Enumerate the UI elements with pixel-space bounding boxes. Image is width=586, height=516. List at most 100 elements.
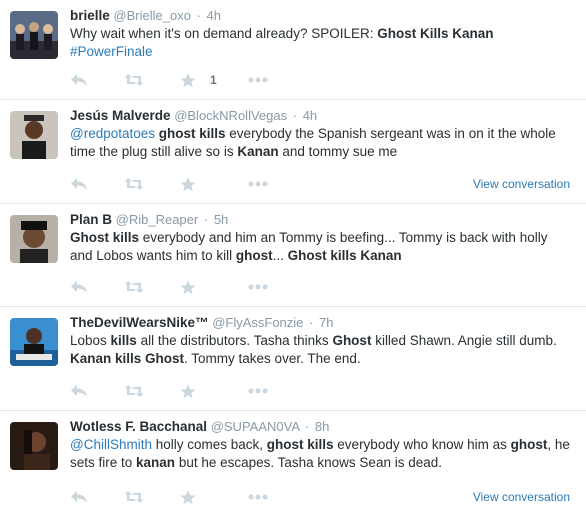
avatar[interactable]	[10, 111, 58, 159]
tweet-actions: 1	[70, 72, 570, 88]
tweet[interactable]: TheDevilWearsNike™ @FlyAssFonzie · 7h Lo…	[0, 307, 586, 411]
more-dots-icon	[248, 388, 268, 394]
retweet-button[interactable]	[124, 72, 144, 88]
fullname[interactable]: Jesús Malverde	[70, 108, 171, 123]
more-dots-icon	[248, 77, 268, 83]
text-segment: killed Shawn. Angie still dumb.	[371, 333, 557, 348]
view-conversation-link[interactable]: View conversation	[473, 489, 570, 505]
more-dots-icon	[248, 181, 268, 187]
highlight: Ghost	[332, 333, 372, 348]
fullname[interactable]: TheDevilWearsNike™	[70, 315, 209, 330]
timestamp[interactable]: 5h	[214, 212, 228, 227]
reply-button[interactable]	[70, 383, 88, 399]
text-segment: and tommy sue me	[278, 144, 398, 159]
username[interactable]: @BlockNRollVegas	[174, 108, 287, 123]
reply-button[interactable]	[70, 176, 88, 192]
highlight: ghost kills	[158, 126, 226, 141]
tweet-header: brielle @Brielle_oxo · 4h	[70, 7, 576, 24]
avatar[interactable]	[10, 422, 58, 470]
star-icon	[180, 73, 196, 87]
fullname[interactable]: Wotless F. Bacchanal	[70, 419, 207, 434]
favorite-button[interactable]	[180, 489, 196, 505]
favorite-button[interactable]	[180, 279, 196, 295]
reply-button[interactable]	[70, 489, 88, 505]
tweet[interactable]: Wotless F. Bacchanal @SUPAAN0VA · 8h @Ch…	[0, 411, 586, 516]
retweet-button[interactable]	[124, 489, 144, 505]
separator-dot: ·	[196, 8, 201, 23]
tweet-actions: View conversation	[70, 489, 570, 505]
tweet-text: Why wait when it's on demand already? SP…	[70, 25, 570, 61]
retweet-button[interactable]	[124, 176, 144, 192]
tweet-text: Lobos kills all the distributors. Tasha …	[70, 332, 570, 368]
highlight: Kanan kills Ghost	[70, 351, 185, 366]
reply-icon	[71, 74, 87, 86]
view-conversation-link[interactable]: View conversation	[473, 176, 570, 192]
highlight: Ghost kills	[70, 230, 140, 245]
tweet[interactable]: brielle @Brielle_oxo · 4h Why wait when …	[0, 0, 586, 100]
timestamp[interactable]: 8h	[315, 419, 329, 434]
reply-button[interactable]	[70, 72, 88, 88]
more-dots-icon	[248, 494, 268, 500]
favorite-count: 1	[210, 73, 217, 87]
tweet-actions	[70, 279, 570, 295]
avatar[interactable]	[10, 215, 58, 263]
timestamp[interactable]: 7h	[319, 315, 333, 330]
avatar[interactable]	[10, 318, 58, 366]
highlight: ghost	[235, 248, 273, 263]
separator-dot: ·	[309, 315, 314, 330]
tweet[interactable]: Jesús Malverde @BlockNRollVegas · 4h @re…	[0, 100, 586, 204]
text-segment: Why wait when it's on demand already? SP…	[70, 26, 378, 41]
username[interactable]: @SUPAAN0VA	[211, 419, 300, 434]
retweet-button[interactable]	[124, 279, 144, 295]
star-icon	[180, 280, 196, 294]
highlight: kills	[110, 333, 137, 348]
star-icon	[180, 384, 196, 398]
tweet-header: Wotless F. Bacchanal @SUPAAN0VA · 8h	[70, 418, 576, 435]
mention-link[interactable]: @ChillShmith	[70, 437, 152, 452]
mention-link[interactable]: @redpotatoes	[70, 126, 155, 141]
tweet-text: @ChillShmith holly comes back, ghost kil…	[70, 436, 570, 472]
username[interactable]: @FlyAssFonzie	[212, 315, 303, 330]
star-icon	[180, 177, 196, 191]
retweet-icon	[124, 178, 144, 190]
more-button[interactable]	[248, 383, 268, 399]
hashtag-link[interactable]: #PowerFinale	[70, 44, 153, 59]
separator-dot: ·	[304, 419, 310, 434]
highlight: Ghost Kills Kanan	[377, 26, 494, 41]
avatar[interactable]	[10, 11, 58, 59]
timestamp[interactable]: 4h	[207, 8, 221, 23]
highlight: ghost	[510, 437, 548, 452]
username[interactable]: @Rib_Reaper	[116, 212, 199, 227]
retweet-button[interactable]	[124, 383, 144, 399]
separator-dot: ·	[203, 212, 209, 227]
reply-button[interactable]	[70, 279, 88, 295]
retweet-icon	[124, 491, 144, 503]
tweet-header: Jesús Malverde @BlockNRollVegas · 4h	[70, 107, 576, 124]
more-dots-icon	[248, 284, 268, 290]
reply-icon	[71, 385, 87, 397]
more-button[interactable]	[248, 489, 268, 505]
tweet-text: Ghost kills everybody and him an Tommy i…	[70, 229, 570, 265]
more-button[interactable]	[248, 72, 268, 88]
username[interactable]: @Brielle_oxo	[113, 8, 191, 23]
favorite-button[interactable]: 1	[180, 72, 217, 88]
more-button[interactable]	[248, 279, 268, 295]
timestamp[interactable]: 4h	[303, 108, 317, 123]
more-button[interactable]	[248, 176, 268, 192]
reply-icon	[71, 281, 87, 293]
text-segment: holly comes back,	[151, 437, 267, 452]
fullname[interactable]: brielle	[70, 8, 110, 23]
text-segment: ...	[272, 248, 288, 263]
highlight: kanan	[136, 455, 176, 470]
fullname[interactable]: Plan B	[70, 212, 112, 227]
favorite-button[interactable]	[180, 383, 196, 399]
text-segment: all the distributors. Tasha thinks	[136, 333, 333, 348]
star-icon	[180, 490, 196, 504]
text-segment: . Tommy takes over. The end.	[184, 351, 361, 366]
tweet-text: @redpotatoes ghost kills everybody the S…	[70, 125, 570, 161]
favorite-button[interactable]	[180, 176, 196, 192]
tweet[interactable]: Plan B @Rib_Reaper · 5h Ghost kills ever…	[0, 204, 586, 307]
tweet-header: TheDevilWearsNike™ @FlyAssFonzie · 7h	[70, 314, 576, 331]
text-segment: everybody who know him as	[333, 437, 511, 452]
tweet-actions	[70, 383, 570, 399]
